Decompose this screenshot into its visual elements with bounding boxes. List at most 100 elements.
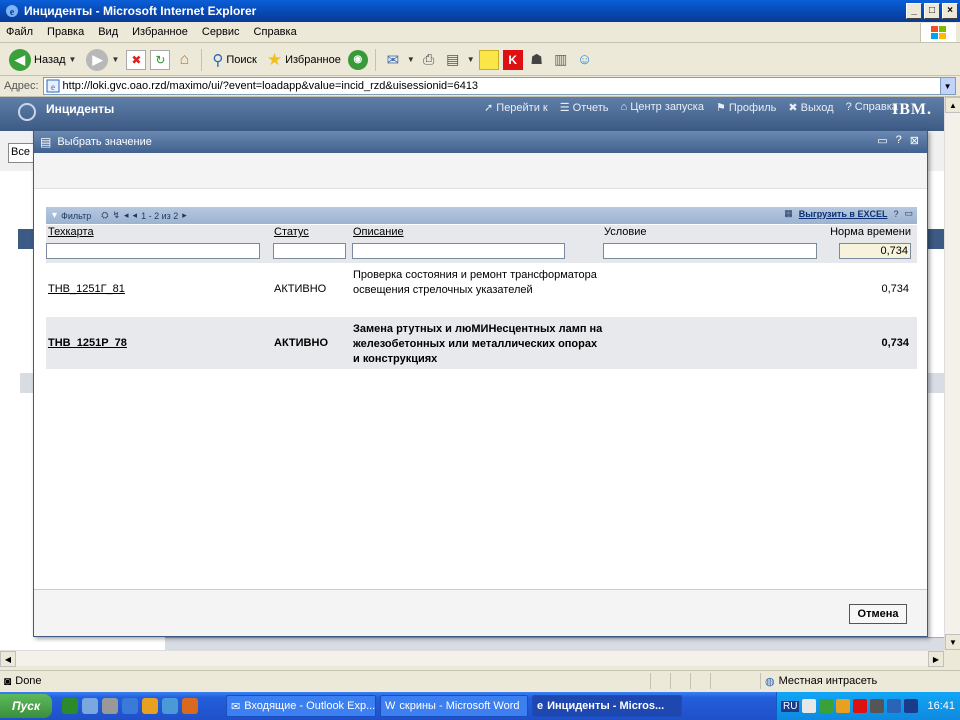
prev-page-icon[interactable]: ◂ [124, 210, 129, 221]
language-indicator[interactable]: RU [781, 700, 800, 712]
minimize-button[interactable]: _ [906, 3, 922, 19]
print-icon[interactable]: ⎙ [419, 50, 439, 70]
back-arrow-icon: ◀ [9, 48, 31, 71]
help-link[interactable]: ? Справка [846, 101, 898, 114]
profile-link[interactable]: ⚑ Профиль [716, 101, 776, 114]
menu-favorites[interactable]: Избранное [132, 26, 188, 38]
app-logo-icon [18, 103, 36, 121]
vertical-scrollbar[interactable]: ▲ ▼ [944, 97, 960, 650]
quick-launch-icon[interactable] [62, 698, 78, 714]
clear-filter-icon[interactable]: ↯ [112, 210, 120, 221]
media-icon[interactable]: ◉ [347, 49, 368, 70]
next-page-icon[interactable]: ▸ [182, 210, 187, 221]
stop-icon[interactable]: ✖ [126, 49, 147, 70]
clock: 16:41 [927, 700, 955, 712]
menu-edit[interactable]: Правка [47, 26, 84, 38]
edit-icon[interactable]: ▤ [443, 50, 463, 70]
row-techcard-link[interactable]: ТНВ_1251Г_81 [48, 283, 125, 295]
toolbar-separator [201, 48, 203, 71]
back-button[interactable]: ◀ Назад ▼ [6, 47, 79, 73]
collapse-icon[interactable]: ▭ [904, 208, 913, 219]
menu-view[interactable]: Вид [98, 26, 118, 38]
scroll-up-icon[interactable]: ▲ [945, 97, 960, 113]
scroll-down-icon[interactable]: ▼ [945, 634, 960, 650]
task-ie[interactable]: e Инциденты - Micros... [532, 695, 682, 717]
quick-launch-icon[interactable] [142, 698, 158, 714]
horizontal-scrollbar[interactable]: ◀ ▶ [0, 650, 944, 667]
dropdown-arrow-icon[interactable]: ▼ [69, 55, 77, 64]
start-center-link[interactable]: ⌂ Центр запуска [621, 101, 704, 114]
background-select[interactable]: Все [8, 143, 34, 163]
forward-button[interactable]: ▶ ▼ [83, 47, 122, 73]
tray-icon[interactable] [819, 699, 834, 713]
ie-task-icon: e [537, 700, 544, 712]
status-cell [670, 673, 690, 689]
kaspersky-icon[interactable]: K [502, 49, 523, 70]
contacts-icon[interactable]: ☺ [575, 50, 595, 70]
tray-icon[interactable] [836, 699, 851, 713]
cancel-button[interactable]: Отмена [849, 604, 907, 624]
filter-button[interactable]: Фильтр [61, 211, 91, 221]
goto-link[interactable]: ➚ Перейти к [484, 101, 548, 114]
menu-file[interactable]: Файл [6, 26, 33, 38]
address-bar: Адрес: e http://loki.gvc.oao.rzd/maximo/… [0, 76, 960, 97]
task-outlook[interactable]: ✉ Входящие - Outlook Exp... [226, 695, 376, 717]
research-icon[interactable]: ▥ [551, 50, 571, 70]
excel-icon[interactable]: ▦ [784, 208, 793, 219]
dropdown-arrow-icon[interactable]: ▼ [407, 55, 415, 64]
menu-tools[interactable]: Сервис [202, 26, 240, 38]
column-header-norm[interactable]: Норма времени [830, 226, 911, 238]
search-button[interactable]: ⚲ Поиск [209, 47, 259, 73]
export-excel-link[interactable]: Выгрузить в EXCEL [799, 209, 888, 219]
filter-icon[interactable]: ▾ [52, 210, 57, 221]
favorites-button[interactable]: ★ Избранное [264, 47, 344, 73]
task-word[interactable]: W скрины - Microsoft Word [380, 695, 528, 717]
tray-icon[interactable] [887, 699, 902, 713]
notes-icon[interactable] [478, 49, 499, 70]
system-tray: RU 16:41 [776, 692, 960, 720]
dropdown-arrow-icon[interactable]: ▼ [467, 55, 475, 64]
close-button[interactable]: × [942, 3, 958, 19]
messenger-icon[interactable]: ☗ [527, 50, 547, 70]
tray-icon[interactable] [904, 699, 919, 713]
quick-launch-icon[interactable] [162, 698, 178, 714]
column-header-techcard[interactable]: Техкарта [48, 226, 94, 238]
menu-help[interactable]: Справка [254, 26, 297, 38]
kaspersky-tray-icon[interactable] [853, 699, 868, 713]
filter-status-input[interactable] [273, 243, 346, 259]
refresh-icon[interactable]: ↻ [150, 49, 171, 70]
filter-description-input[interactable] [352, 243, 565, 259]
filter-norm-input[interactable] [839, 243, 911, 259]
table-help-icon[interactable]: ? [893, 209, 898, 219]
dialog-close-icon[interactable]: ⊠ [910, 134, 919, 147]
row-techcard-link[interactable]: ТНВ_1251Р_78 [48, 337, 127, 349]
tray-icon[interactable] [870, 699, 885, 713]
maximize-button[interactable]: □ [924, 3, 940, 19]
logout-link[interactable]: ✖ Выход [788, 101, 833, 114]
star-icon: ★ [266, 49, 283, 69]
address-input[interactable]: e http://loki.gvc.oao.rzd/maximo/ui/?eve… [42, 77, 941, 95]
quick-launch-icon[interactable] [182, 698, 198, 714]
dropdown-arrow-icon[interactable]: ▼ [111, 55, 119, 64]
tray-icon[interactable] [802, 699, 817, 713]
binoculars-icon[interactable]: ⛭ [101, 210, 108, 221]
scroll-left-icon[interactable]: ◀ [0, 651, 16, 667]
dialog-help-icon[interactable]: ? [896, 134, 902, 147]
quick-launch-icon[interactable] [82, 698, 98, 714]
quick-launch-icon[interactable] [102, 698, 118, 714]
column-header-description[interactable]: Описание [353, 226, 404, 238]
address-dropdown-icon[interactable]: ▼ [939, 77, 956, 95]
start-button[interactable]: Пуск [0, 694, 52, 718]
scroll-right-icon[interactable]: ▶ [928, 651, 944, 667]
dialog-maximize-icon[interactable]: ▭ [877, 134, 887, 147]
mail-icon[interactable]: ✉ [383, 50, 403, 70]
table-row[interactable]: ТНВ_1251Р_78 АКТИВНО Замена ртутных и лю… [46, 317, 917, 369]
report-link[interactable]: ☰ Отчеть [560, 101, 609, 114]
filter-techcard-input[interactable] [46, 243, 260, 259]
ie-quick-icon[interactable] [122, 698, 138, 714]
home-icon[interactable]: ⌂ [174, 50, 194, 70]
filter-condition-input[interactable] [603, 243, 817, 259]
column-header-status[interactable]: Статус [274, 226, 309, 238]
first-page-icon[interactable]: ◂ [133, 210, 138, 221]
table-row[interactable]: ТНВ_1251Г_81 АКТИВНО Проверка состояния … [46, 265, 917, 317]
